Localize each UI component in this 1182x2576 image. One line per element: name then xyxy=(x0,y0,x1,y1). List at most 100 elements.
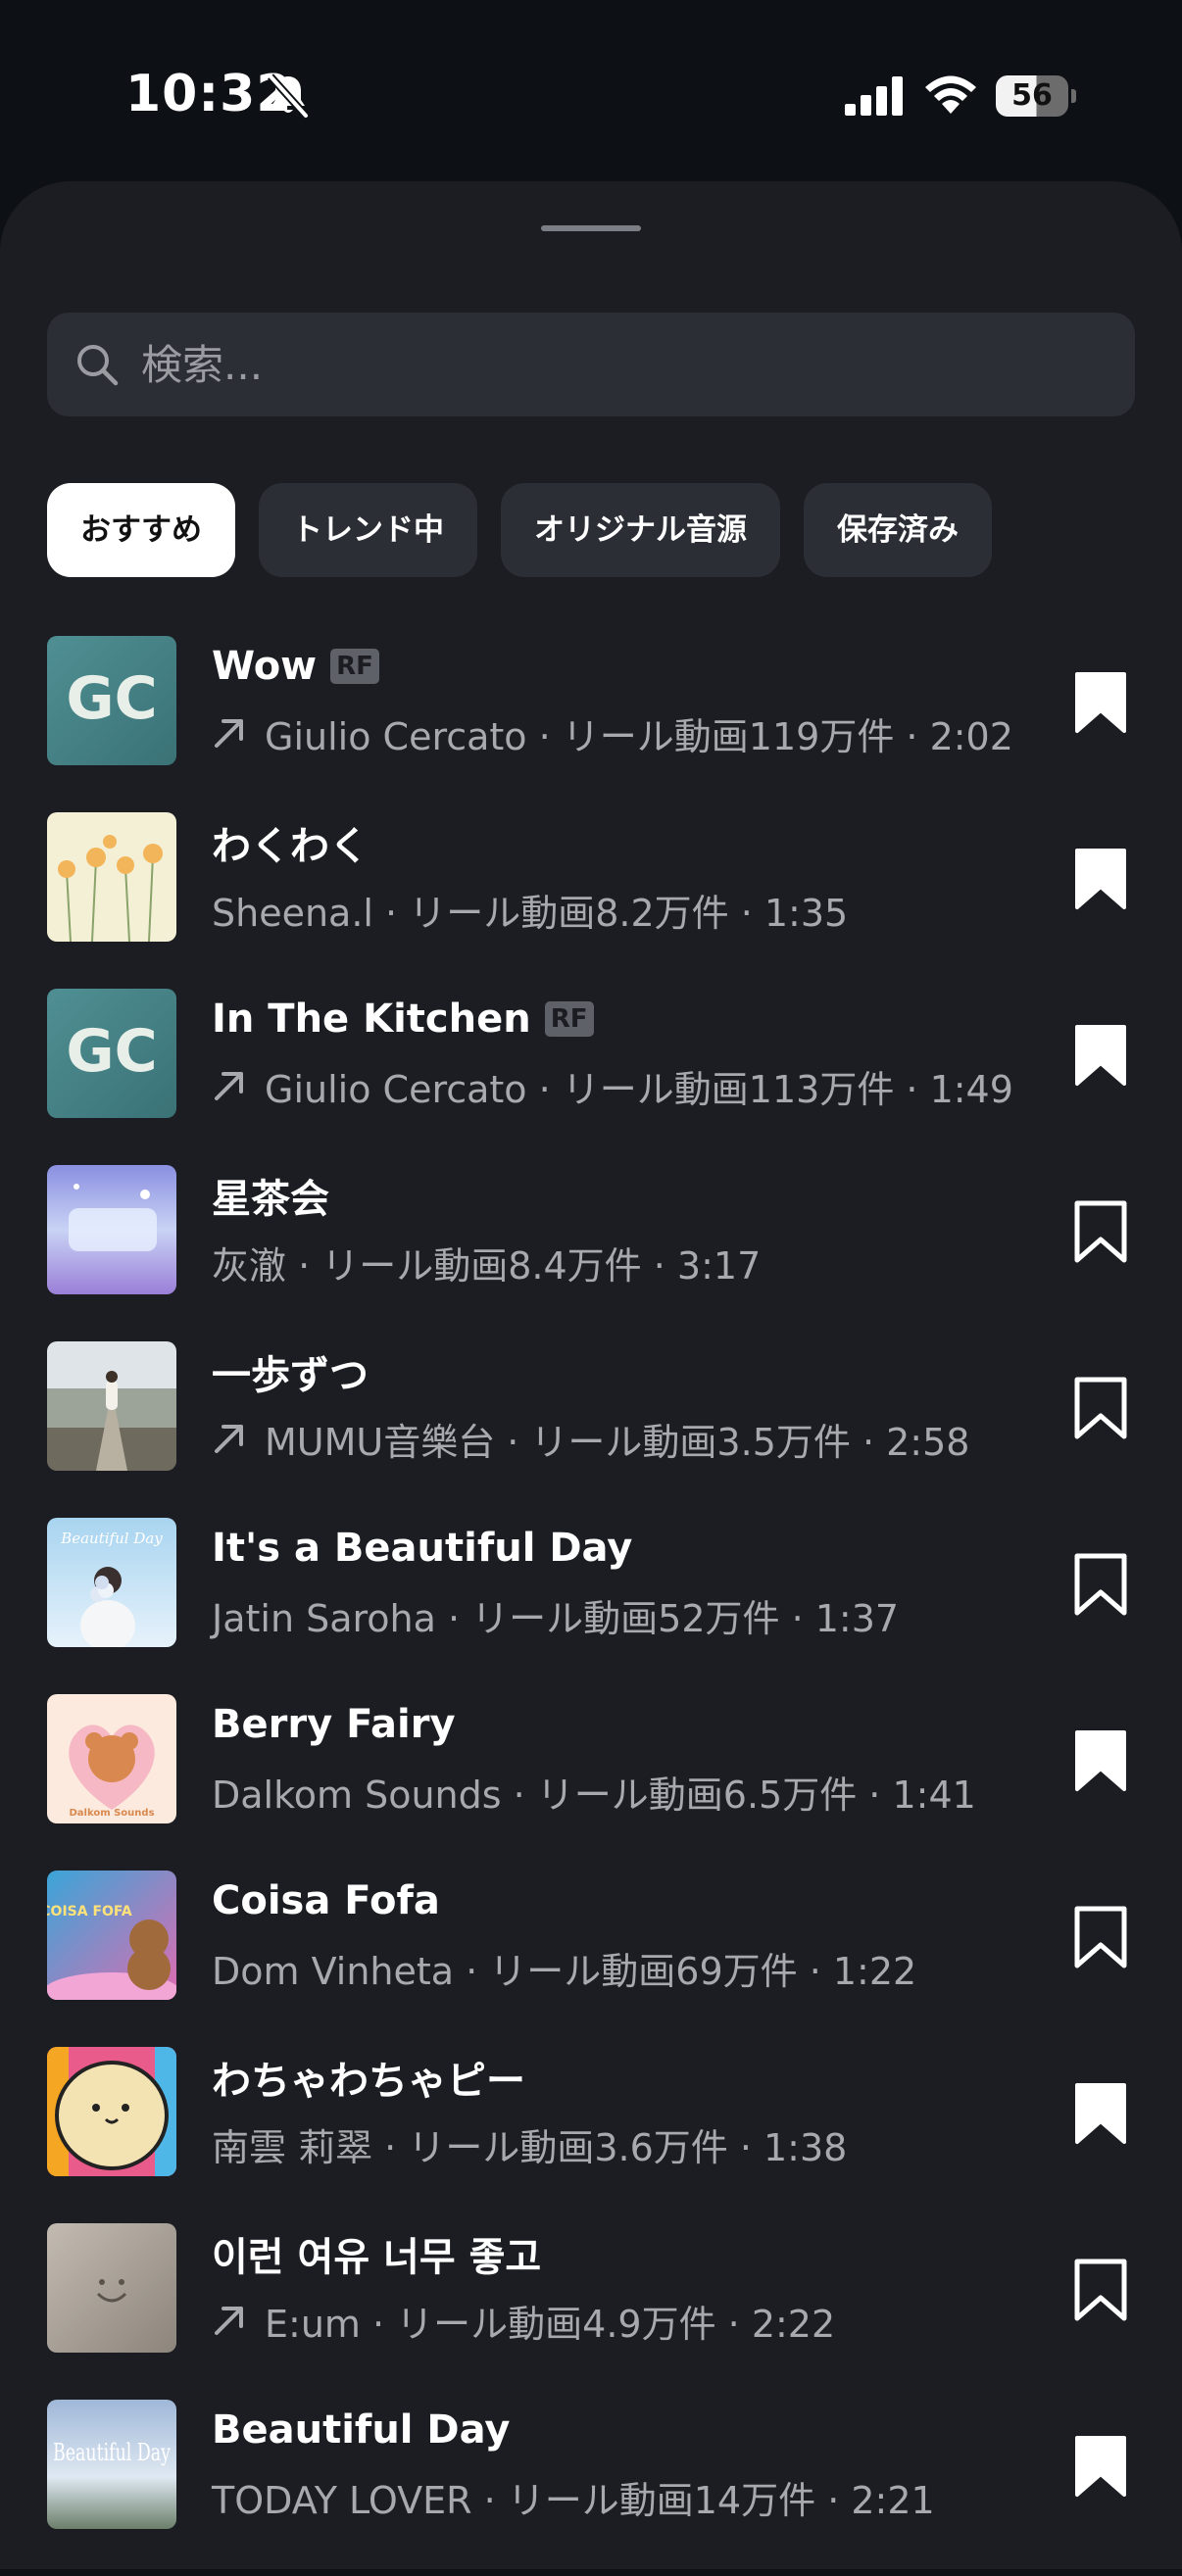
bookmark-filled-icon xyxy=(1075,1730,1126,1791)
track-meta-line: Giulio Cercato · リール動画119万件 · 2:02 xyxy=(212,708,1013,758)
track-meta: Giulio Cercato · リール動画119万件 · 2:02 xyxy=(265,714,1013,758)
track-title: 星茶会 xyxy=(212,1177,329,1222)
artwork-text: COISA FOFA xyxy=(47,1904,132,1920)
artwork-logo: GC xyxy=(66,664,157,733)
bookmark-filled-icon xyxy=(1075,849,1126,909)
track-artwork: Beautiful Day xyxy=(47,2400,176,2529)
track-title: It's a Beautiful Day xyxy=(212,1526,633,1571)
wifi-icon xyxy=(925,75,976,114)
track-artwork xyxy=(47,2223,176,2353)
trending-arrow-icon xyxy=(215,2307,243,2335)
track-title-line: Berry Fairy xyxy=(212,1700,456,1749)
bookmark-outline-icon xyxy=(1074,2259,1127,2321)
track-meta-line: Giulio Cercato · リール動画113万件 · 1:49 xyxy=(212,1061,1013,1111)
track-row[interactable]: COISA FOFA Coisa Fofa Dom Vinheta · リール動… xyxy=(0,1871,1182,2047)
royalty-free-badge: RF xyxy=(544,1001,594,1037)
sheet-grabber[interactable] xyxy=(541,225,641,231)
trending-arrow-icon xyxy=(215,1425,243,1453)
artwork-text: Beautiful Day xyxy=(60,1530,163,1547)
track-meta-line: Dom Vinheta · リール動画69万件 · 1:22 xyxy=(212,1943,917,1993)
track-row[interactable]: 一歩ずつ MUMU音樂台 · リール動画3.5万件 · 2:58 xyxy=(0,1341,1182,1518)
track-title-line: Beautiful Day xyxy=(212,2406,510,2454)
track-row[interactable]: GC Wow RF Giulio Cercato · リール動画119万件 · … xyxy=(0,636,1182,812)
bookmark-button[interactable] xyxy=(1074,1729,1127,1792)
track-meta: Jatin Saroha · リール動画52万件 · 1:37 xyxy=(212,1596,900,1640)
tab-original-audio[interactable]: オリジナル音源 xyxy=(501,483,780,577)
track-meta-line: MUMU音樂台 · リール動画3.5万件 · 2:58 xyxy=(212,1414,969,1464)
search-bar[interactable] xyxy=(47,313,1135,416)
track-title-line: わくわく xyxy=(212,818,369,869)
bookmark-button[interactable] xyxy=(1074,2435,1127,2498)
track-row[interactable]: Dalkom Sounds Berry Fairy Dalkom Sounds … xyxy=(0,1694,1182,1871)
bookmark-button[interactable] xyxy=(1074,848,1127,910)
track-meta: 灰澈 · リール動画8.4万件 · 3:17 xyxy=(212,1243,762,1288)
track-row[interactable]: わちゃわちゃピー 南雲 莉翠 · リール動画3.6万件 · 1:38 xyxy=(0,2047,1182,2223)
track-title-line: It's a Beautiful Day xyxy=(212,1524,632,1573)
track-row[interactable]: 이런 여유 너무 좋고 E:um · リール動画4.9万件 · 2:22 xyxy=(0,2223,1182,2400)
track-title-line: 星茶会 xyxy=(212,1171,329,1222)
track-artwork xyxy=(47,812,176,942)
artwork-logo: GC xyxy=(66,1017,157,1086)
bookmark-button[interactable] xyxy=(1074,1906,1127,1968)
track-row[interactable]: 星茶会 灰澈 · リール動画8.4万件 · 3:17 xyxy=(0,1165,1182,1341)
bookmark-button[interactable] xyxy=(1074,1553,1127,1616)
track-artwork: Dalkom Sounds xyxy=(47,1694,176,1823)
track-row[interactable]: わくわく Sheena.l · リール動画8.2万件 · 1:35 xyxy=(0,812,1182,989)
bookmark-filled-icon xyxy=(1075,2436,1126,2497)
bookmark-button[interactable] xyxy=(1074,2259,1127,2321)
bell-slash-icon xyxy=(268,73,309,119)
track-row[interactable]: Beautiful Day Beautiful Day TODAY LOVER … xyxy=(0,2400,1182,2576)
track-title: Beautiful Day xyxy=(212,2407,511,2453)
track-title: In The Kitchen xyxy=(212,996,531,1042)
bookmark-button[interactable] xyxy=(1074,1377,1127,1439)
track-title-line: 이런 여유 너무 좋고 xyxy=(212,2229,541,2280)
status-bar: 10:32 56 xyxy=(0,0,1182,181)
track-title-line: Coisa Fofa xyxy=(212,1876,440,1925)
tab-recommended[interactable]: おすすめ xyxy=(47,483,235,577)
track-meta: Dom Vinheta · リール動画69万件 · 1:22 xyxy=(212,1949,917,1993)
bookmark-button[interactable] xyxy=(1074,671,1127,734)
track-title: 이런 여유 너무 좋고 xyxy=(212,2235,542,2280)
track-artwork: Beautiful Day xyxy=(47,1518,176,1647)
track-row[interactable]: Beautiful Day It's a Beautiful Day Jatin… xyxy=(0,1518,1182,1694)
bookmark-outline-icon xyxy=(1074,1200,1127,1263)
bookmark-button[interactable] xyxy=(1074,2082,1127,2145)
bookmark-filled-icon xyxy=(1075,2083,1126,2144)
track-meta-line: Sheena.l · リール動画8.2万件 · 1:35 xyxy=(212,885,849,935)
track-meta: TODAY LOVER · リール動画14万件 · 2:21 xyxy=(212,2478,935,2522)
track-row[interactable]: GC In The Kitchen RF Giulio Cercato · リー… xyxy=(0,989,1182,1165)
tab-saved[interactable]: 保存済み xyxy=(804,483,992,577)
track-title: Wow xyxy=(212,644,318,689)
track-meta-line: Dalkom Sounds · リール動画6.5万件 · 1:41 xyxy=(212,1767,976,1817)
bookmark-filled-icon xyxy=(1075,672,1126,733)
bookmark-button[interactable] xyxy=(1074,1200,1127,1263)
track-title: Berry Fairy xyxy=(212,1702,456,1747)
trending-arrow-icon xyxy=(215,719,243,748)
search-icon xyxy=(77,345,119,386)
track-meta: Sheena.l · リール動画8.2万件 · 1:35 xyxy=(212,891,849,935)
search-input[interactable] xyxy=(141,313,1102,416)
battery-level: 56 xyxy=(1011,78,1053,113)
track-meta: Dalkom Sounds · リール動画6.5万件 · 1:41 xyxy=(212,1773,976,1817)
filter-tabs: おすすめ トレンド中 オリジナル音源 保存済み xyxy=(47,483,992,577)
track-artwork: GC xyxy=(47,989,176,1118)
tab-trending[interactable]: トレンド中 xyxy=(259,483,477,577)
track-title-line: In The Kitchen RF xyxy=(212,995,594,1044)
track-meta-line: Jatin Saroha · リール動画52万件 · 1:37 xyxy=(212,1590,900,1640)
artwork-text: Dalkom Sounds xyxy=(69,1808,154,1819)
track-artwork xyxy=(47,1165,176,1294)
track-meta-line: E:um · リール動画4.9万件 · 2:22 xyxy=(212,2296,836,2346)
cellular-signal-icon xyxy=(845,76,903,116)
track-meta: E:um · リール動画4.9万件 · 2:22 xyxy=(265,2302,836,2346)
track-title-line: わちゃわちゃピー xyxy=(212,2053,525,2104)
bookmark-outline-icon xyxy=(1074,1377,1127,1439)
bookmark-button[interactable] xyxy=(1074,1024,1127,1087)
battery-tip xyxy=(1071,89,1076,103)
track-title: わちゃわちゃピー xyxy=(212,2059,525,2104)
track-artwork xyxy=(47,2047,176,2176)
track-artwork: GC xyxy=(47,636,176,765)
bookmark-outline-icon xyxy=(1074,1553,1127,1616)
track-meta: 南雲 莉翠 · リール動画3.6万件 · 1:38 xyxy=(212,2125,848,2169)
artwork-text: Beautiful Day xyxy=(53,2439,171,2466)
bookmark-outline-icon xyxy=(1074,1906,1127,1968)
